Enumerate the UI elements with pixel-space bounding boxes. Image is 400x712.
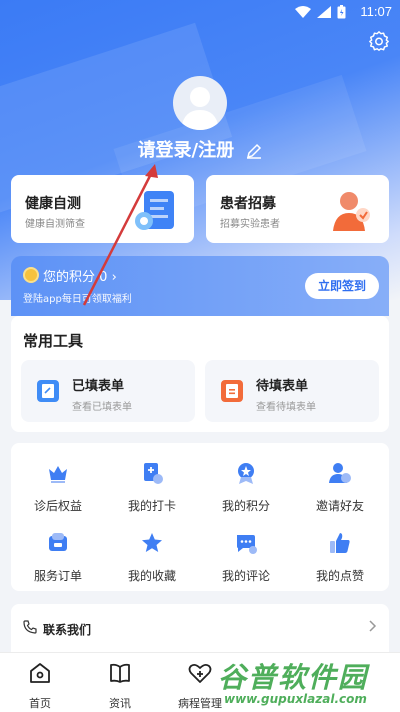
settings-button[interactable]	[368, 30, 390, 52]
form-icon	[221, 380, 243, 402]
book-icon	[110, 663, 130, 683]
chevron-right-icon: ›	[111, 270, 117, 285]
star-icon	[142, 533, 162, 552]
checkin-button[interactable]: 立即签到	[305, 273, 379, 299]
invite-user-icon	[329, 463, 351, 483]
tab-news[interactable]: 资讯	[80, 661, 160, 711]
grid-item-invite[interactable]: 邀请好友	[293, 461, 387, 514]
grid-item-benefits[interactable]: 诊后权益	[11, 461, 105, 514]
gear-icon	[369, 31, 389, 51]
signal-icon	[317, 6, 331, 18]
battery-icon	[337, 5, 346, 19]
tool-title: 待填表单	[256, 379, 309, 394]
report-icon	[135, 191, 174, 230]
contact-label: 联系我们	[43, 623, 92, 637]
health-self-test-card[interactable]: 健康自测 健康自测筛查	[11, 175, 194, 243]
recruit-person-icon	[333, 192, 370, 231]
medal-icon	[238, 463, 254, 484]
grid-item-label: 邀请好友	[315, 499, 364, 513]
watermark: 谷普软件园 www.gupuxlazal.com	[218, 656, 398, 710]
points-subtitle: 登陆app每日可领取福利	[23, 294, 132, 305]
watermark-title: 谷普软件园	[218, 661, 369, 694]
grid-item-points[interactable]: 我的积分	[199, 461, 293, 514]
grid-item-label: 我的收藏	[127, 569, 176, 583]
feature-grid: 诊后权益 我的打卡 我的积分 邀请好友 服务订单 我的收藏 我的评论 我的点赞	[11, 443, 389, 591]
patient-recruit-card[interactable]: 患者招募 招募实验患者	[206, 175, 389, 243]
points-value: 0	[99, 270, 108, 285]
avatar[interactable]	[173, 76, 227, 130]
tool-subtitle: 查看待填表单	[256, 402, 316, 413]
tool-subtitle: 查看已填表单	[72, 402, 132, 413]
comment-icon	[237, 535, 257, 554]
section-title: 常用工具	[23, 332, 84, 350]
checkin-icon	[144, 463, 163, 484]
grid-item-orders[interactable]: 服务订单	[11, 531, 105, 584]
order-icon	[49, 533, 67, 551]
points-banner: 您的积分 0 › 登陆app每日可领取福利 立即签到	[11, 256, 389, 316]
filled-forms-button[interactable]: 已填表单 查看已填表单	[21, 360, 195, 422]
grid-item-comments[interactable]: 我的评论	[199, 531, 293, 584]
grid-item-label: 我的打卡	[127, 499, 176, 513]
grid-item-likes[interactable]: 我的点赞	[293, 531, 387, 584]
crown-icon	[49, 466, 67, 483]
heart-plus-icon	[188, 663, 212, 683]
user-avatar-icon	[181, 87, 219, 130]
thumbs-up-icon	[330, 533, 350, 553]
common-tools-panel: 常用工具 已填表单 查看已填表单 待填表单 查看待填表单	[11, 316, 389, 432]
grid-item-checkin[interactable]: 我的打卡	[105, 461, 199, 514]
card-subtitle: 招募实验患者	[220, 219, 280, 230]
status-icons	[295, 5, 346, 19]
contact-us-row[interactable]: 联系我们	[11, 604, 389, 652]
grid-item-label: 我的评论	[221, 569, 270, 583]
phone-icon	[23, 620, 37, 634]
points-label-text: 您的积分	[43, 270, 96, 285]
watermark-url: www.gupuxlazal.com	[224, 692, 367, 706]
edit-icon	[247, 143, 262, 159]
grid-item-label: 我的积分	[221, 499, 270, 513]
login-register-link[interactable]: 请登录/注册	[0, 136, 400, 162]
login-text: 请登录/注册	[137, 140, 235, 161]
grid-item-label: 我的点赞	[315, 569, 364, 583]
tab-label: 资讯	[109, 697, 131, 710]
coin-icon	[23, 267, 39, 283]
pending-forms-button[interactable]: 待填表单 查看待填表单	[205, 360, 379, 422]
grid-item-favorites[interactable]: 我的收藏	[105, 531, 199, 584]
tab-home[interactable]: 首页	[0, 661, 80, 711]
grid-item-label: 诊后权益	[33, 499, 82, 513]
chevron-right-icon	[369, 620, 377, 632]
home-icon	[30, 663, 50, 683]
card-subtitle: 健康自测筛查	[25, 219, 85, 230]
points-label[interactable]: 您的积分 0 ›	[43, 266, 117, 285]
status-bar: 11:07	[0, 0, 400, 24]
card-title: 健康自测	[25, 196, 81, 212]
wifi-icon	[295, 6, 311, 18]
status-time: 11:07	[360, 4, 392, 19]
card-title: 患者招募	[220, 196, 276, 212]
grid-item-label: 服务订单	[33, 569, 82, 583]
tab-label: 首页	[29, 697, 51, 710]
form-edit-icon	[37, 380, 59, 402]
tool-title: 已填表单	[72, 379, 125, 394]
